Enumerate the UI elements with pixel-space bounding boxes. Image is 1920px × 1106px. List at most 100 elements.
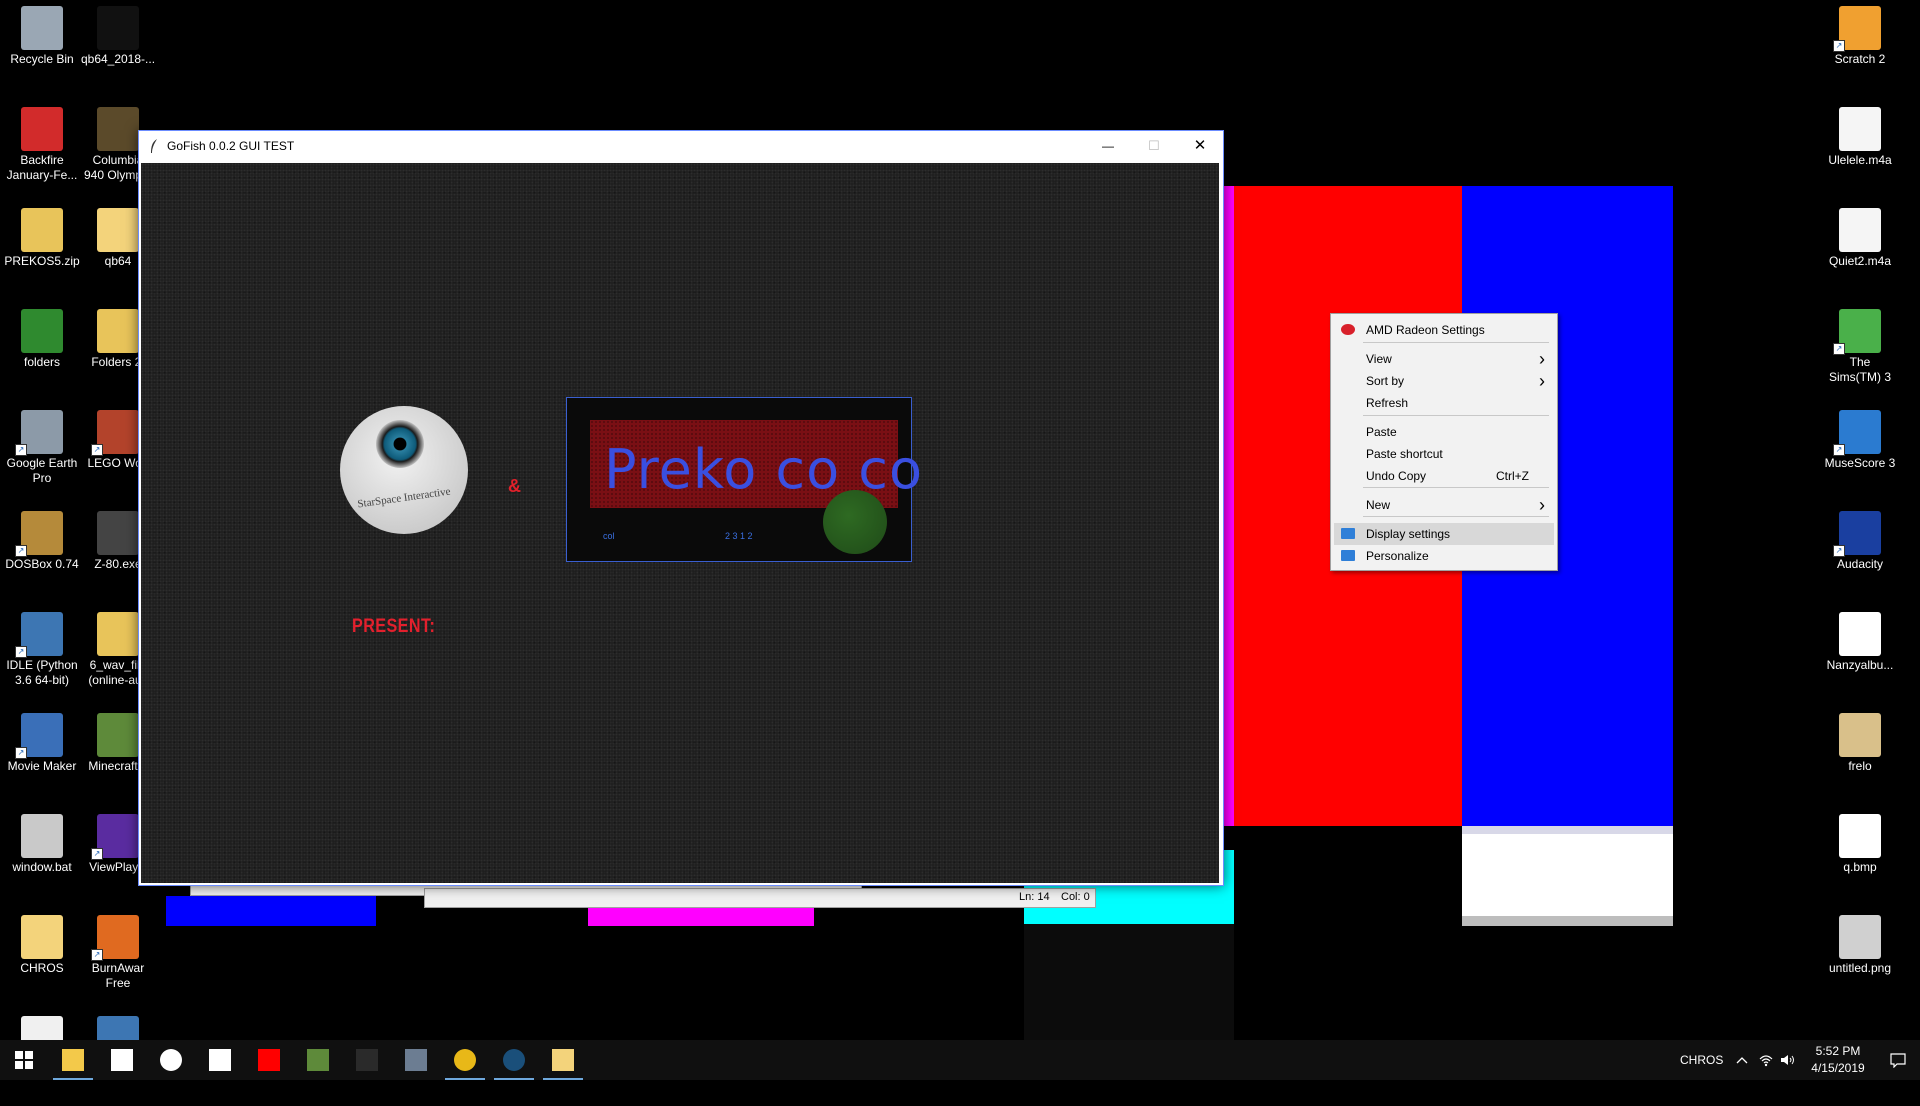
- maximize-button[interactable]: ☐: [1131, 131, 1177, 162]
- desktop-context-menu[interactable]: AMD Radeon Settings View › Sort by › Refresh P…: [1330, 313, 1558, 571]
- desktop-icon[interactable]: ↗ Movie Maker: [0, 707, 84, 803]
- menu-item-paste[interactable]: Paste: [1331, 421, 1557, 443]
- desktop-icon-label: IDLE (Python 3.6 64-bit): [6, 658, 78, 687]
- recycle-bin-icon: [21, 6, 63, 50]
- desktop-icon-label: Quiet2.m4a: [1828, 254, 1892, 268]
- close-button[interactable]: ✕: [1177, 131, 1223, 162]
- bmp-image-icon: [1839, 814, 1881, 858]
- menu-separator: [1363, 342, 1549, 343]
- menu-item-display-settings[interactable]: Display settings: [1334, 523, 1554, 545]
- desktop-icon[interactable]: ↗ MuseScore 3: [1818, 404, 1902, 500]
- taskbar-button[interactable]: [392, 1040, 440, 1080]
- desktop-icon[interactable]: ↗ BurnAwar Free: [76, 909, 160, 1005]
- desktop-icon-label: Nanzyalbu...: [1826, 658, 1894, 672]
- tray-label[interactable]: CHROS: [1680, 1053, 1723, 1067]
- desktop-icon-label: The Sims(TM) 3: [1829, 355, 1891, 384]
- lego-worlds-icon: [97, 410, 139, 454]
- desktop-icon[interactable]: folders: [0, 303, 84, 399]
- taskbar-button[interactable]: [245, 1040, 293, 1080]
- desktop-icon[interactable]: ↗ Audacity: [1818, 505, 1902, 601]
- stripe-blue-small: [166, 896, 376, 926]
- chevron-right-icon: ›: [1539, 349, 1545, 369]
- status-col: Col: 0: [1061, 891, 1090, 903]
- menu-item-personalize[interactable]: Personalize: [1331, 545, 1557, 567]
- desktop-icon[interactable]: Nanzyalbu...: [1818, 606, 1902, 702]
- musescore-icon: [1839, 410, 1881, 454]
- menu-item-view[interactable]: View ›: [1331, 348, 1557, 370]
- youtube-icon: [258, 1049, 280, 1071]
- desktop-icon[interactable]: ↗ Scratch 2: [1818, 0, 1902, 96]
- desktop-icon[interactable]: ↗ The Sims(TM) 3: [1818, 303, 1902, 399]
- taskbar-button[interactable]: [0, 1040, 48, 1080]
- clock-date[interactable]: 4/15/2019: [1808, 1061, 1868, 1075]
- sims-plumbob-icon: [1839, 309, 1881, 353]
- eye-emblem-icon: [376, 420, 424, 468]
- desktop-icon[interactable]: Quiet2.m4a: [1818, 202, 1902, 298]
- network-icon[interactable]: [1758, 1053, 1774, 1067]
- desktop-icon[interactable]: ↗ DOSBox 0.74: [0, 505, 84, 601]
- desktop-icon[interactable]: ↗ IDLE (Python 3.6 64-bit): [0, 606, 84, 702]
- desktop-icon[interactable]: qb64_2018-...: [76, 0, 160, 96]
- notepad-window-front[interactable]: Ln: 14 Col: 0: [424, 888, 1096, 908]
- taskbar-button[interactable]: [490, 1040, 538, 1080]
- python-idle-icon: [21, 612, 63, 656]
- menu-item-amd-radeon-settings[interactable]: AMD Radeon Settings: [1331, 319, 1557, 341]
- desktop-icon[interactable]: untitled.png: [1818, 909, 1902, 1005]
- desktop-icon[interactable]: Ulelele.m4a: [1818, 101, 1902, 197]
- desktop-icon[interactable]: ↗ Google Earth Pro: [0, 404, 84, 500]
- desktop-icon-label: Scratch 2: [1834, 52, 1886, 66]
- menu-item-sort-by[interactable]: Sort by ›: [1331, 370, 1557, 392]
- taskbar-button[interactable]: [441, 1040, 489, 1080]
- taskbar-button[interactable]: [294, 1040, 342, 1080]
- desktop-icon[interactable]: CHROS: [0, 909, 84, 1005]
- taskbar-button[interactable]: [343, 1040, 391, 1080]
- m4a-audio-icon: [1839, 208, 1881, 252]
- menu-separator: [1363, 516, 1549, 517]
- desktop-icon[interactable]: Backfire January-Fe...: [0, 101, 84, 197]
- photo-viewer-icon: [405, 1049, 427, 1071]
- desktop-icon-label: Recycle Bin: [10, 52, 74, 66]
- taskbar: CHROS 5:52 PM 4/15/2019: [0, 1040, 1920, 1080]
- desktop-icon[interactable]: PREKOS5.zip: [0, 202, 84, 298]
- stripe-white: [1462, 826, 1673, 926]
- desktop-icon[interactable]: Recycle Bin: [0, 0, 84, 96]
- shortcut-arrow-icon: ↗: [1833, 444, 1845, 456]
- chevron-up-icon[interactable]: [1736, 1056, 1748, 1064]
- taskbar-button[interactable]: [196, 1040, 244, 1080]
- movie-maker-icon: [21, 713, 63, 757]
- clock-time[interactable]: 5:52 PM: [1808, 1044, 1868, 1058]
- stripe-dark-block: [1024, 924, 1234, 1040]
- notification-icon[interactable]: [1890, 1052, 1906, 1068]
- menu-item-label: Undo Copy: [1366, 469, 1427, 483]
- taskbar-button[interactable]: [147, 1040, 195, 1080]
- taskbar-button[interactable]: [98, 1040, 146, 1080]
- image-thumbnail-icon: [97, 107, 139, 151]
- desktop-icon[interactable]: window.bat: [0, 808, 84, 904]
- trs80-icon: [97, 511, 139, 555]
- menu-item-undo-copy[interactable]: Undo Copy Ctrl+Z: [1331, 465, 1557, 487]
- system-tray: CHROS 5:52 PM 4/15/2019: [1680, 1040, 1920, 1080]
- minimize-button[interactable]: —: [1085, 131, 1131, 162]
- shortcut-arrow-icon: ↗: [91, 949, 103, 961]
- green-orb-icon: [823, 490, 887, 554]
- title-bar[interactable]: GoFish 0.0.2 GUI TEST — ☐ ✕: [139, 131, 1223, 162]
- shortcut-arrow-icon: ↗: [15, 444, 27, 456]
- menu-item-new[interactable]: New ›: [1331, 494, 1557, 516]
- volume-icon[interactable]: [1780, 1053, 1796, 1067]
- folder-stack-icon: [97, 309, 139, 353]
- desktop-icon-label: CHROS: [20, 961, 64, 975]
- personalize-icon: [1341, 550, 1355, 561]
- desktop-icon[interactable]: q.bmp: [1818, 808, 1902, 904]
- shortcut-arrow-icon: ↗: [91, 848, 103, 860]
- shortcut-arrow-icon: ↗: [1833, 40, 1845, 52]
- menu-item-refresh[interactable]: Refresh: [1331, 392, 1557, 414]
- batch-file-icon: [21, 814, 63, 858]
- chevron-right-icon: ›: [1539, 495, 1545, 515]
- taskbar-button[interactable]: [539, 1040, 587, 1080]
- zip-folder-icon: [21, 208, 63, 252]
- taskbar-button[interactable]: [49, 1040, 97, 1080]
- desktop-icon[interactable]: frelo: [1818, 707, 1902, 803]
- file-explorer-icon: [62, 1049, 84, 1071]
- menu-item-paste-shortcut[interactable]: Paste shortcut: [1331, 443, 1557, 465]
- menu-item-label: Refresh: [1366, 396, 1409, 410]
